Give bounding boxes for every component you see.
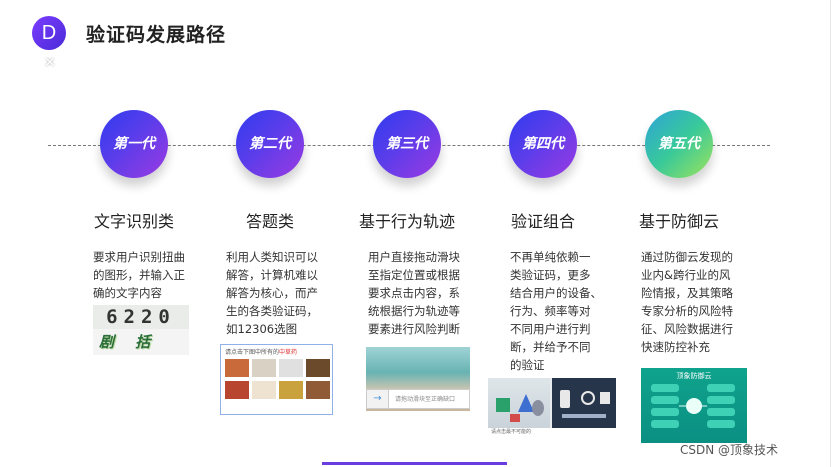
3d-shapes-panel bbox=[488, 378, 550, 428]
stage-5: 第五代 基于防御云 通过防御云发现的 业内&跨行业的风 险情报，及其策略 专家分… bbox=[605, 110, 750, 450]
accent-bar bbox=[322, 462, 507, 465]
3d-shapes-icon bbox=[496, 394, 544, 422]
stage-title: 文字识别类 bbox=[93, 212, 174, 231]
stage-badge-circle: 第二代 bbox=[236, 110, 304, 178]
captcha-digits: 6220 bbox=[93, 305, 189, 329]
captcha-tile[interactable] bbox=[225, 359, 249, 377]
slide: D ✕ 验证码发展路径 第一代 文字识别类 要求用户识别扭曲 的图形，并输入正 … bbox=[0, 0, 831, 467]
desc-line: 类验证码，更多 bbox=[510, 268, 591, 282]
stage-1: 第一代 文字识别类 要求用户识别扭曲 的图形，并输入正 确的文字内容 6220 … bbox=[60, 110, 205, 450]
desc-line: 利用人类知识可以 bbox=[226, 250, 318, 264]
desc-line: 确的文字内容 bbox=[93, 286, 162, 300]
stage-4: 第四代 验证组合 不再单纯依赖一 类验证码，更多 结合用户的设备、 行为、频率等… bbox=[469, 110, 616, 450]
text-captcha-image: 6220 剧 括 以 bbox=[93, 305, 189, 355]
stage-badge-label: 第三代 bbox=[386, 136, 428, 152]
desc-line: 统根据行为轨迹等 bbox=[368, 304, 460, 318]
desc-line: 结合用户的设备、 bbox=[510, 286, 602, 300]
cloud-network-icon bbox=[651, 384, 735, 428]
stage-badge-circle: 第一代 bbox=[100, 110, 168, 178]
desc-line: 要求用户识别扭曲 bbox=[93, 250, 185, 264]
stage-title: 基于防御云 bbox=[638, 212, 719, 231]
captcha-prompt-prefix: 请点击下图中所有的 bbox=[225, 349, 280, 356]
stage-2: 第二代 答题类 利用人类知识可以 解答，计算机难以 解答为核心，而产 生的各类验… bbox=[196, 110, 341, 450]
page-title: 验证码发展路径 bbox=[86, 24, 227, 46]
desc-line: 险情报，及其策略 bbox=[641, 286, 733, 300]
desc-line: 的验证 bbox=[510, 358, 545, 372]
captcha-tile[interactable] bbox=[225, 381, 249, 399]
stage-badge-label: 第二代 bbox=[249, 136, 291, 152]
desc-line: 用户直接拖动滑块 bbox=[368, 250, 460, 264]
captcha-chinese-chars: 剧 括 以 bbox=[99, 333, 159, 351]
captcha-tile[interactable] bbox=[252, 359, 276, 377]
stage-description: 用户直接拖动滑块 至指定位置或根据 要求点击内容，系 统根据行为轨迹等 要素进行… bbox=[368, 248, 460, 338]
desc-line: 断，并给予不同 bbox=[510, 340, 591, 354]
desc-line: 的图形，并输入正 bbox=[93, 268, 185, 282]
captcha-tile[interactable] bbox=[252, 381, 276, 399]
desc-line: 如12306选图 bbox=[226, 322, 298, 336]
desc-line: 通过防御云发现的 bbox=[641, 250, 733, 264]
close-icon: ✕ bbox=[44, 55, 56, 71]
stage-title: 验证组合 bbox=[510, 212, 575, 231]
captcha-prompt: 请点击下图中所有的中草药 bbox=[225, 347, 297, 356]
combo-caption: 请点击最不可能的 bbox=[488, 428, 616, 436]
desc-line: 要素进行风险判断 bbox=[368, 322, 460, 336]
captcha-tile[interactable] bbox=[279, 359, 303, 377]
stage-badge-label: 第一代 bbox=[113, 136, 155, 152]
slider-hint: 请拖动滑块至正确缺口 bbox=[395, 396, 456, 403]
stage-3: 第三代 基于行为轨迹 用户直接拖动滑块 至指定位置或根据 要求点击内容，系 统根… bbox=[333, 110, 478, 450]
slider-handle-arrow-icon[interactable]: → bbox=[367, 390, 389, 408]
brand-logo-letter: D bbox=[41, 22, 57, 44]
desc-line: 至指定位置或根据 bbox=[368, 268, 460, 282]
combo-captcha-image: 请点击最不可能的 bbox=[488, 378, 616, 436]
slider-track[interactable]: → 请拖动滑块至正确缺口 bbox=[366, 389, 470, 409]
captcha-tile[interactable] bbox=[279, 381, 303, 399]
stage-description: 利用人类知识可以 解答，计算机难以 解答为核心，而产 生的各类验证码， 如123… bbox=[226, 248, 318, 338]
stage-description: 通过防御云发现的 业内&跨行业的风 险情报，及其策略 专家分析的风险特 征、风险… bbox=[641, 248, 733, 356]
stage-badge-label: 第四代 bbox=[522, 136, 564, 152]
slider-captcha-image: → 请拖动滑块至正确缺口 bbox=[366, 347, 470, 411]
defense-cloud-diagram: 顶象防御云 bbox=[641, 368, 747, 443]
captcha-prompt-keyword: 中草药 bbox=[279, 349, 298, 356]
captcha-tile[interactable] bbox=[306, 381, 330, 399]
stage-title: 基于行为轨迹 bbox=[358, 212, 455, 231]
desc-line: 解答，计算机难以 bbox=[226, 268, 318, 282]
stage-badge-circle: 第三代 bbox=[373, 110, 441, 178]
desc-line: 行为、频率等对 bbox=[510, 304, 591, 318]
stage-description: 不再单纯依赖一 类验证码，更多 结合用户的设备、 行为、频率等对 不同用户进行判… bbox=[510, 248, 602, 374]
desc-line: 解答为核心，而产 bbox=[226, 286, 318, 300]
desc-line: 生的各类验证码， bbox=[226, 304, 318, 318]
desc-line: 不再单纯依赖一 bbox=[510, 250, 591, 264]
12306-captcha-image: 请点击下图中所有的中草药 bbox=[220, 344, 333, 415]
desc-line: 要求点击内容，系 bbox=[368, 286, 460, 300]
desc-line: 征、风险数据进行 bbox=[641, 322, 733, 336]
stage-badge-label: 第五代 bbox=[658, 136, 700, 152]
desc-line: 专家分析的风险特 bbox=[641, 304, 733, 318]
stage-badge-circle: 第五代 bbox=[645, 110, 713, 178]
stage-badge-circle: 第四代 bbox=[509, 110, 577, 178]
desc-line: 不同用户进行判 bbox=[510, 322, 591, 336]
stage-title: 答题类 bbox=[245, 212, 294, 231]
brand-logo: D bbox=[32, 16, 66, 50]
desc-line: 快速防控补充 bbox=[641, 340, 710, 354]
stage-description: 要求用户识别扭曲 的图形，并输入正 确的文字内容 bbox=[93, 248, 185, 302]
captcha-tile[interactable] bbox=[306, 359, 330, 377]
desc-line: 业内&跨行业的风 bbox=[641, 268, 731, 282]
watermark: CSDN @顶象技术 bbox=[680, 443, 779, 457]
